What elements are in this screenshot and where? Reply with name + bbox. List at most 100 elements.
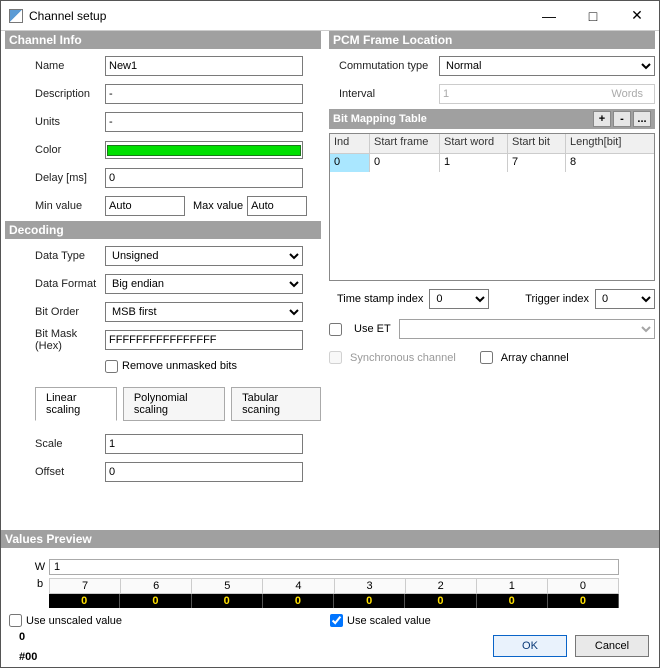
bit-value: 0 (49, 594, 120, 608)
table-row[interactable]: 0 0 1 7 8 (330, 154, 654, 172)
bit-header: 5 (192, 578, 263, 594)
description-input[interactable] (105, 84, 303, 104)
bit-value: 0 (548, 594, 619, 608)
col-length[interactable]: Length[bit] (566, 134, 654, 153)
bitmask-label: Bit Mask (Hex) (5, 328, 105, 352)
offset-input[interactable] (105, 462, 303, 482)
bit-value: 0 (192, 594, 263, 608)
delay-input[interactable] (105, 168, 303, 188)
bitorder-label: Bit Order (5, 306, 105, 318)
b-label: b (31, 578, 49, 608)
bit-header: 0 (548, 578, 619, 594)
offset-label: Offset (5, 466, 105, 478)
preview-hex: #00 (19, 651, 37, 663)
cell-ind[interactable]: 0 (330, 154, 370, 172)
col-start-word[interactable]: Start word (440, 134, 508, 153)
values-preview-header: Values Preview (1, 530, 659, 548)
cancel-button[interactable]: Cancel (575, 635, 649, 657)
cell-length[interactable]: 8 (566, 154, 654, 172)
window-title: Channel setup (29, 9, 527, 23)
cell-start-word[interactable]: 1 (440, 154, 508, 172)
color-picker[interactable] (105, 141, 303, 159)
app-icon (9, 9, 23, 23)
use-scaled-label: Use scaled value (347, 615, 431, 627)
decoding-header: Decoding (5, 221, 321, 239)
channel-info-header: Channel Info (5, 31, 321, 49)
timestamp-index-label: Time stamp index (337, 293, 423, 305)
bitorder-select[interactable]: MSB first (105, 302, 303, 322)
min-label: Min value (5, 200, 105, 212)
trigger-index-select[interactable]: 0 (595, 289, 655, 309)
commutation-select[interactable]: Normal (439, 56, 655, 76)
tab-polynomial-scaling[interactable]: Polynomial scaling (123, 387, 225, 421)
bit-header: 7 (49, 578, 121, 594)
min-input[interactable] (105, 196, 185, 216)
interval-label: Interval (329, 88, 439, 100)
name-label: Name (5, 60, 105, 72)
use-unscaled-checkbox[interactable] (9, 614, 22, 627)
tab-linear-scaling[interactable]: Linear scaling (35, 387, 117, 421)
bitmap-more-button[interactable]: ... (633, 111, 651, 127)
use-et-checkbox[interactable] (329, 323, 342, 336)
pcm-header: PCM Frame Location (329, 31, 655, 49)
bit-header: 1 (477, 578, 548, 594)
tab-tabular-scanning[interactable]: Tabular scaning (231, 387, 321, 421)
col-start-bit[interactable]: Start bit (508, 134, 566, 153)
bit-value: 0 (334, 594, 405, 608)
units-input[interactable] (105, 112, 303, 132)
use-unscaled-label: Use unscaled value (26, 615, 122, 627)
datatype-label: Data Type (5, 250, 105, 262)
bitmap-del-button[interactable]: - (613, 111, 631, 127)
bit-header: 4 (263, 578, 334, 594)
w-label: W (31, 561, 49, 573)
maximize-button[interactable]: □ (571, 2, 615, 30)
bit-value: 0 (120, 594, 191, 608)
max-label: Max value (193, 200, 243, 212)
bitmap-header-text: Bit Mapping Table (333, 113, 427, 125)
bitmap-header: Bit Mapping Table + - ... (329, 109, 655, 129)
datatype-select[interactable]: Unsigned (105, 246, 303, 266)
scale-input[interactable] (105, 434, 303, 454)
preview-decimal: 0 (19, 631, 37, 643)
units-label: Units (5, 116, 105, 128)
color-swatch (107, 145, 301, 156)
close-button[interactable]: ✕ (615, 2, 659, 30)
remove-unmasked-checkbox[interactable] (105, 360, 118, 373)
cell-start-frame[interactable]: 0 (370, 154, 440, 172)
synchronous-label: Synchronous channel (350, 352, 456, 364)
minimize-button[interactable]: — (527, 2, 571, 30)
use-et-select (399, 319, 655, 339)
commutation-label: Commutation type (329, 60, 439, 72)
col-start-frame[interactable]: Start frame (370, 134, 440, 153)
color-label: Color (5, 144, 105, 156)
name-input[interactable] (105, 56, 303, 76)
bit-header: 3 (335, 578, 406, 594)
bitmask-input[interactable] (105, 330, 303, 350)
timestamp-index-select[interactable]: 0 (429, 289, 489, 309)
w-value: 1 (49, 559, 619, 575)
use-scaled-checkbox[interactable] (330, 614, 343, 627)
bit-value: 0 (263, 594, 334, 608)
interval-units: Words (611, 88, 643, 100)
dataformat-select[interactable]: Big endian (105, 274, 303, 294)
bit-value: 0 (405, 594, 476, 608)
remove-unmasked-label: Remove unmasked bits (122, 360, 237, 372)
array-channel-label: Array channel (501, 352, 569, 364)
scale-label: Scale (5, 438, 105, 450)
cell-start-bit[interactable]: 7 (508, 154, 566, 172)
use-et-label: Use ET (354, 323, 391, 335)
bit-value: 0 (477, 594, 548, 608)
bit-header: 2 (406, 578, 477, 594)
col-ind[interactable]: Ind (330, 134, 370, 153)
array-channel-checkbox[interactable] (480, 351, 493, 364)
bitmap-add-button[interactable]: + (593, 111, 611, 127)
synchronous-checkbox (329, 351, 342, 364)
bit-header: 6 (121, 578, 192, 594)
delay-label: Delay [ms] (5, 172, 105, 184)
max-input[interactable] (247, 196, 307, 216)
trigger-index-label: Trigger index (525, 293, 589, 305)
bitmap-table[interactable]: Ind Start frame Start word Start bit Len… (329, 133, 655, 281)
dataformat-label: Data Format (5, 278, 105, 290)
ok-button[interactable]: OK (493, 635, 567, 657)
description-label: Description (5, 88, 105, 100)
